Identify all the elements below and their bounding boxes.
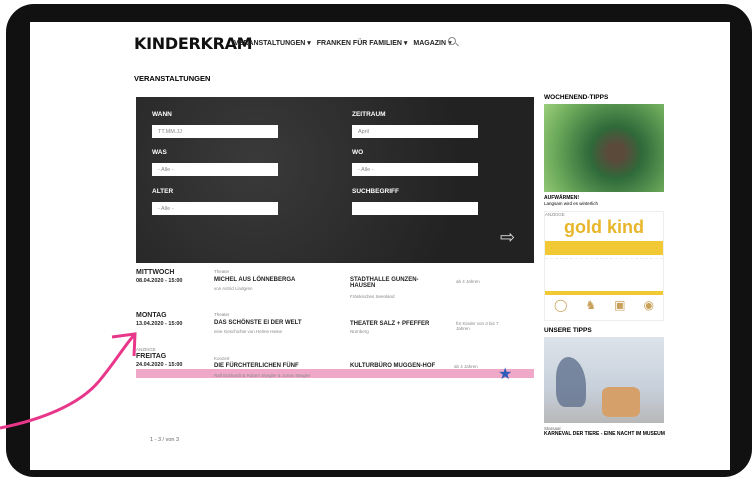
weekend-sub: Langsam wird es winterlich xyxy=(544,201,599,206)
ad-tag: ANZEIGE xyxy=(136,347,156,352)
event-row-highlighted[interactable]: ANZEIGE FREITAG 24.04.2020 - 15:00 Konze… xyxy=(136,347,534,392)
event-age: ab 4 Jahren xyxy=(456,279,480,284)
wo-label: WO xyxy=(352,149,364,156)
page-title: VERANSTALTUNGEN xyxy=(134,74,211,83)
suchbegriff-input[interactable] xyxy=(352,202,478,215)
alter-select[interactable]: - Alle - xyxy=(152,202,278,215)
nav-item-franken[interactable]: FRANKEN FÜR FAMILIEN ▾ xyxy=(317,39,408,47)
ad-text-area xyxy=(545,258,663,288)
child-figure xyxy=(602,387,640,417)
event-venue[interactable]: STADTHALLE GUNZEN-HAUSEN xyxy=(350,277,440,289)
event-age: ab 4 Jahren xyxy=(454,364,478,369)
event-subtitle: von Astrid Lindgren xyxy=(214,286,253,291)
toy-icon: ◯ xyxy=(553,298,568,312)
event-subtitle: eine Geschichte von Helme Heine xyxy=(214,329,283,334)
event-title[interactable]: DIE FÜRCHTERLICHEN FÜNF xyxy=(214,363,299,369)
sidebar: WOCHENEND-TIPPS AUFWÄRMEN! Langsam wird … xyxy=(544,94,668,437)
event-subtitle: Ralf Eckhardt & Robert Stiegler & Jonas … xyxy=(214,373,311,378)
ad-bar xyxy=(545,241,663,255)
event-age: für Kinder von 3 bis 7 Jahren xyxy=(456,321,499,331)
event-venue[interactable]: THEATER SALZ + PFEFFER xyxy=(350,321,429,327)
browser-screen: KINDERKRAM VERANSTALTUNGEN ▾ FRANKEN FÜR… xyxy=(30,22,730,470)
event-day: FREITAG xyxy=(136,353,167,360)
wann-label: WANN xyxy=(152,111,172,118)
favorite-star-icon[interactable]: ★ xyxy=(498,364,512,384)
toy-icons: ◯ ♞ ▣ ◉ xyxy=(545,298,663,312)
ad-bar-small xyxy=(545,291,663,295)
wo-select[interactable]: - Alle - xyxy=(352,163,478,176)
was-label: WAS xyxy=(152,149,167,156)
pagination: 1 - 3 / von 3 xyxy=(150,437,180,443)
ad-banner[interactable]: ANZEIGE gold kind ◯ ♞ ▣ ◉ xyxy=(544,211,664,321)
event-row[interactable]: MITTWOCH 08.04.2020 - 15:00 Theater MICH… xyxy=(136,269,534,309)
event-day: MITTWOCH xyxy=(136,269,175,276)
zeitraum-select[interactable]: April xyxy=(352,125,478,138)
wann-input[interactable]: TT.MM.JJ xyxy=(152,125,278,138)
kangaroo-shadow-image[interactable] xyxy=(544,337,664,423)
event-venue-sub: Nürnberg xyxy=(350,329,369,334)
tip-caption[interactable]: KARNEVAL DER TIERE - EINE NACHT IM MUSEU… xyxy=(544,431,668,437)
event-venue-sub: Fränkisches Seenland xyxy=(350,294,395,299)
event-venue[interactable]: KULTURBÜRO MUGGEN-HOF xyxy=(350,363,442,369)
weekend-tips-title: WOCHENEND-TIPPS xyxy=(544,94,609,101)
alter-label: ALTER xyxy=(152,188,174,195)
toy-car-icon: ◉ xyxy=(643,298,654,312)
event-category: Theater xyxy=(214,269,230,274)
event-row[interactable]: MONTAG 13.04.2020 - 15:00 Theater DAS SC… xyxy=(136,312,534,348)
shadow-shape xyxy=(556,357,586,407)
search-icon[interactable] xyxy=(448,37,456,45)
event-day: MONTAG xyxy=(136,312,167,319)
goldkind-logo: gold kind xyxy=(564,217,644,237)
main-nav: VERANSTALTUNGEN ▾ FRANKEN FÜR FAMILIEN ▾… xyxy=(234,39,452,47)
event-title[interactable]: MICHEL AUS LÖNNEBERGA xyxy=(214,277,295,283)
zeitraum-label: ZEITRAUM xyxy=(352,111,386,118)
pinecone-image[interactable] xyxy=(544,104,664,192)
giraffe-icon: ♞ xyxy=(585,298,597,312)
submit-arrow-icon[interactable]: ⇨ xyxy=(500,227,515,248)
nav-item-magazin[interactable]: MAGAZIN ▾ xyxy=(413,39,451,47)
device-frame: KINDERKRAM VERANSTALTUNGEN ▾ FRANKEN FÜR… xyxy=(6,4,752,477)
event-title[interactable]: DAS SCHÖNSTE EI DER WELT xyxy=(214,320,302,326)
event-category: Theater xyxy=(214,312,230,317)
event-category: Konzert xyxy=(214,356,230,361)
event-filter-board: WANN TT.MM.JJ ZEITRAUM April WAS - Alle … xyxy=(136,97,534,263)
was-select[interactable]: - Alle - xyxy=(152,163,278,176)
suchbegriff-label: SUCHBEGRIFF xyxy=(352,188,399,195)
nav-item-veranstaltungen[interactable]: VERANSTALTUNGEN ▾ xyxy=(234,39,311,47)
our-tips-title: UNSERE TIPPS xyxy=(544,327,592,334)
toy-box-icon: ▣ xyxy=(614,298,626,312)
